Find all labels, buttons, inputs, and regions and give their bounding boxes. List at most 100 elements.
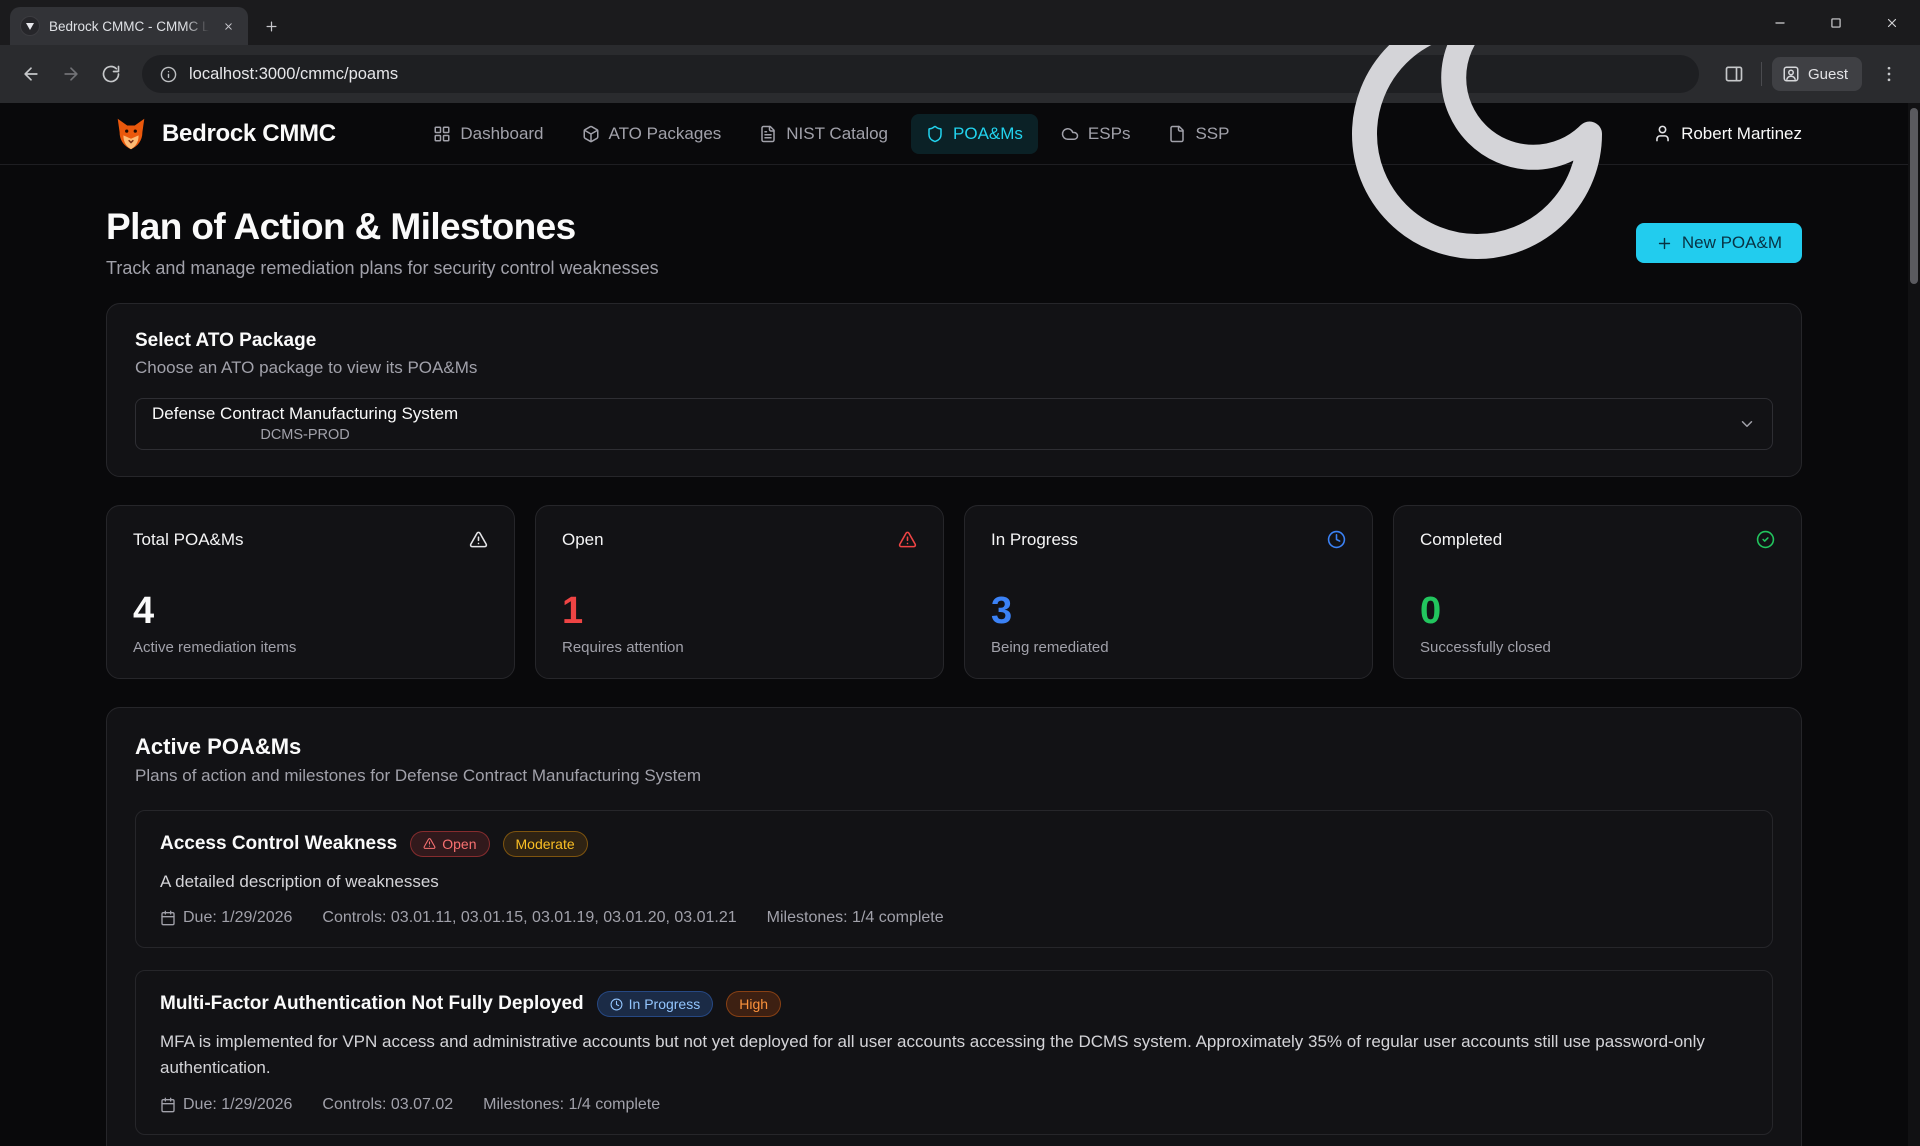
document-icon [759,125,777,143]
stat-value: 3 [991,592,1346,630]
selected-package-code: DCMS-PROD [152,427,458,443]
window-close-button[interactable] [1864,0,1920,45]
brand[interactable]: Bedrock CMMC [112,115,336,153]
stat-value: 1 [562,592,917,630]
window-minimize-button[interactable] [1752,0,1808,45]
controls-list: Controls: 03.07.02 [322,1096,453,1114]
controls-list: Controls: 03.01.11, 03.01.15, 03.01.19, … [322,909,736,927]
nav-label: POA&Ms [953,124,1023,144]
forward-button[interactable] [54,57,88,91]
stat-card-completed: Completed 0 Successfully closed [1393,505,1802,679]
info-icon [160,66,177,83]
poam-title: Multi-Factor Authentication Not Fully De… [160,993,584,1015]
severity-badge: High [726,991,781,1017]
poam-item[interactable]: Multi-Factor Authentication Not Fully De… [135,970,1773,1135]
poam-description: MFA is implemented for VPN access and ad… [160,1029,1748,1082]
window-maximize-button[interactable] [1808,0,1864,45]
chevron-down-icon [1738,415,1756,433]
package-icon [582,125,600,143]
stat-value: 4 [133,592,488,630]
nav-label: ESPs [1088,124,1131,144]
milestones-progress: Milestones: 1/4 complete [483,1096,660,1114]
main-nav: Dashboard ATO Packages NIST Catalog POA&… [336,114,1327,154]
stat-card-in-progress: In Progress 3 Being remediated [964,505,1373,679]
fox-logo-icon [112,115,150,153]
selector-subtitle: Choose an ATO package to view its POA&Ms [135,358,1773,378]
page-scrollbar[interactable] [1908,103,1920,1146]
plus-icon [264,19,279,34]
user-menu[interactable]: Robert Martinez [1653,124,1802,144]
stat-caption: Successfully closed [1420,639,1775,656]
stat-label: In Progress [991,530,1078,550]
poam-title: Access Control Weakness [160,833,397,855]
kebab-menu-icon [1879,64,1899,84]
clock-icon [1327,530,1346,549]
milestones-progress: Milestones: 1/4 complete [767,909,944,927]
alert-triangle-icon [423,837,436,850]
minimize-icon [1773,16,1787,30]
main-content: Plan of Action & Milestones Track and ma… [0,165,1920,1146]
stat-label: Open [562,530,604,550]
nav-label: NIST Catalog [786,124,888,144]
stat-value: 0 [1420,592,1775,630]
due-date: Due: 1/29/2026 [160,909,292,927]
poam-description: A detailed description of weaknesses [160,869,1748,895]
nav-item-esps[interactable]: ESPs [1046,114,1146,154]
back-button[interactable] [14,57,48,91]
poams-title: Active POA&Ms [135,734,1773,760]
nav-item-nist-catalog[interactable]: NIST Catalog [744,114,903,154]
arrow-right-icon [61,64,81,84]
new-tab-button[interactable] [256,11,286,41]
user-name: Robert Martinez [1681,124,1802,144]
tab-close-icon[interactable] [218,16,238,36]
package-selector-card: Select ATO Package Choose an ATO package… [106,303,1802,477]
active-poams-card: Active POA&Ms Plans of action and milest… [106,707,1802,1146]
browser-menu-button[interactable] [1872,57,1906,91]
stat-card-open: Open 1 Requires attention [535,505,944,679]
clock-icon [610,998,623,1011]
stat-caption: Being remediated [991,639,1346,656]
app-header: Bedrock CMMC Dashboard ATO Packages NIST… [0,103,1920,165]
reload-button[interactable] [94,57,128,91]
alert-triangle-icon [469,530,488,549]
status-badge: In Progress [597,991,714,1017]
new-poam-button[interactable]: New POA&M [1636,223,1802,263]
nav-item-poams[interactable]: POA&Ms [911,114,1038,154]
check-circle-icon [1756,530,1775,549]
stat-label: Total POA&Ms [133,530,244,550]
user-icon [1653,124,1672,143]
stat-label: Completed [1420,530,1502,550]
alert-triangle-icon [898,530,917,549]
close-icon [1885,16,1899,30]
profile-label: Guest [1808,66,1848,83]
poam-item[interactable]: Access Control Weakness Open Moderate A … [135,810,1773,948]
stat-caption: Requires attention [562,639,917,656]
ato-package-select[interactable]: Defense Contract Manufacturing System DC… [135,398,1773,450]
nav-label: ATO Packages [609,124,722,144]
severity-badge: Moderate [503,831,588,857]
poams-subtitle: Plans of action and milestones for Defen… [135,766,1773,786]
calendar-icon [160,1097,176,1113]
nav-item-dashboard[interactable]: Dashboard [418,114,558,154]
arrow-left-icon [21,64,41,84]
url-text: localhost:3000/cmmc/poams [189,65,398,84]
stat-card-total: Total POA&Ms 4 Active remediation items [106,505,515,679]
cloud-icon [1061,125,1079,143]
tab-title: Bedrock CMMC - CMMC Level [49,19,209,34]
tab-favicon-icon [20,16,40,36]
plus-icon [1656,235,1673,252]
browser-tab[interactable]: Bedrock CMMC - CMMC Level [10,7,248,45]
scrollbar-thumb[interactable] [1910,108,1918,284]
nav-item-ssp[interactable]: SSP [1153,114,1244,154]
selector-title: Select ATO Package [135,330,1773,352]
status-badge: Open [410,831,489,857]
brand-name: Bedrock CMMC [162,120,336,148]
stat-caption: Active remediation items [133,639,488,656]
browser-tabstrip: Bedrock CMMC - CMMC Level [0,0,1920,45]
nav-label: SSP [1195,124,1229,144]
calendar-icon [160,910,176,926]
page-title: Plan of Action & Milestones [106,207,659,248]
reload-icon [101,64,121,84]
page-subtitle: Track and manage remediation plans for s… [106,258,659,279]
nav-item-ato-packages[interactable]: ATO Packages [567,114,737,154]
